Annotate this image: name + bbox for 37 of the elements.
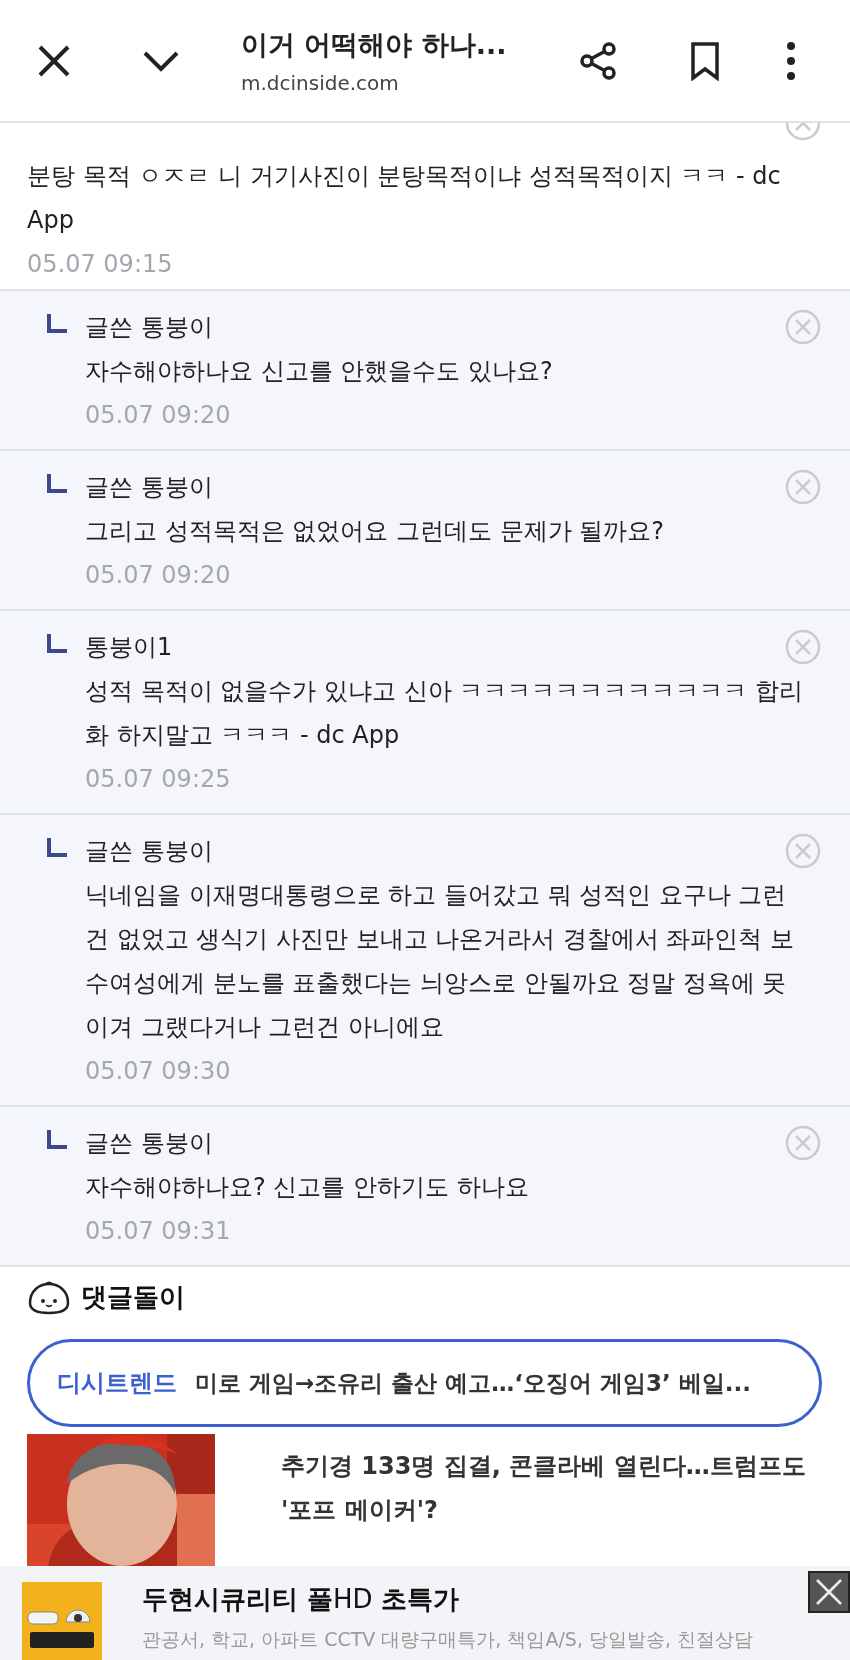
comment-author: 글쓴 통붕이: [85, 836, 213, 867]
reply-marker-icon: [46, 1129, 68, 1151]
ad-title: 두현시큐리티 풀HD 초특가: [142, 1583, 460, 1616]
comment-date: 05.07 09:25: [85, 764, 231, 795]
comment-date: 05.07 09:31: [85, 1216, 231, 1247]
trend-banner[interactable]: 디시트렌드 미로 게임→조유리 출산 예고…‘오징어 게임3’ 베일...: [27, 1339, 822, 1427]
comment-text: 분탕 목적 ㅇㅈㄹ 니 거기사진이 분탕목적이냐 성적목적이지 ㅋㅋ - dc App: [27, 161, 782, 236]
comment-author: 글쓴 통붕이: [85, 472, 213, 503]
comment-text: 닉네임을 이재명대통령으로 하고 들어갔고 뭐 성적인 요구나 그런건 없었고 생식기 사진만 보내고 나온거라서 경찰에서 좌파인척 보수여성에게 분노를 표출했다는 늬앙스로 안될까요 정말 정욕에 못이겨 그랬다거나 그런건 아니에요: [85, 880, 796, 1043]
comment-date: 05.07 09:20: [85, 400, 231, 431]
trend-tag: 디시트렌드: [57, 1367, 177, 1399]
page-url: m.dcinside.com: [241, 70, 400, 95]
close-icon[interactable]: [814, 1577, 844, 1607]
camera-product-icon: [22, 1582, 102, 1660]
comment-date: 05.07 09:15: [27, 249, 173, 280]
ad-banner[interactable]: 두현시큐리티 풀HD 초특가 관공서, 학교, 아파트 CCTV 대량구매특가, 책임A/S, 당일발송, 친절상담: [0, 1566, 850, 1660]
comment-author: 글쓴 통붕이: [85, 312, 213, 343]
trend-headline: 미로 게임→조유리 출산 예고…‘오징어 게임3’ 베일...: [195, 1368, 751, 1398]
news-headline[interactable]: 추기경 133명 집결, 콘클라베 열린다…트럼프도 '포프 메이커'?: [281, 1444, 841, 1566]
share-icon[interactable]: [578, 40, 618, 81]
comment-author: 통붕이1: [85, 632, 173, 663]
reply-marker-icon: [46, 313, 68, 335]
comment-date: 05.07 09:30: [85, 1056, 231, 1087]
reply-marker-icon: [46, 473, 68, 495]
comment-author: 글쓴 통붕이: [85, 1128, 213, 1159]
comment-text: 그리고 성적목적은 없었어요 그런데도 문제가 될까요?: [85, 516, 665, 547]
comment-text: 자수해야하나요? 신고를 안하기도 하나요: [85, 1172, 530, 1203]
reply-marker-icon: [46, 837, 68, 859]
reply-marker-icon: [46, 633, 68, 655]
comment-date: 05.07 09:20: [85, 560, 231, 591]
comment-text: 성적 목적이 없을수가 있냐고 신아 ㅋㅋㅋㅋㅋㅋㅋㅋㅋㅋㅋㅋ 합리화 하지말고 ㅋㅋㅋ - dc App: [85, 676, 804, 751]
comment-text: 자수해야하나요 신고를 안했을수도 있나요?: [85, 356, 554, 387]
section-title: 댓글돌이: [81, 1280, 185, 1314]
close-ad-button[interactable]: [808, 1571, 850, 1613]
ad-description: 관공서, 학교, 아파트 CCTV 대량구매특가, 책임A/S, 당일발송, 친절상담: [142, 1627, 754, 1652]
dumpling-icon: [27, 1279, 71, 1315]
page-title: 이거 어떡해야 하나...: [241, 27, 508, 62]
